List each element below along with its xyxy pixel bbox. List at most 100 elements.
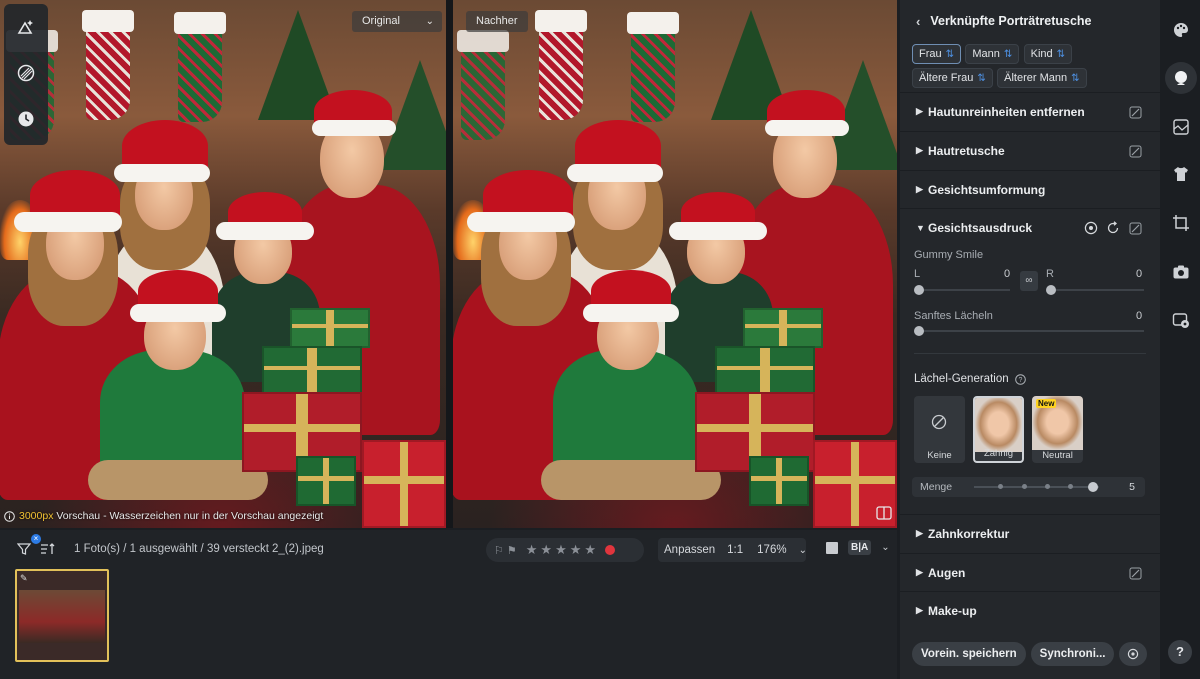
sync-settings-icon[interactable]: [1119, 642, 1148, 666]
panel-title: Verknüpfte Porträtretusche: [930, 14, 1092, 28]
before-after-view-button[interactable]: B|A: [848, 540, 872, 555]
stocking: [627, 12, 679, 122]
slider-knob[interactable]: [914, 285, 924, 295]
section-face-reshape[interactable]: ▶ Gesichtsumformung: [900, 170, 1160, 208]
ratio-button[interactable]: 1:1: [721, 544, 749, 556]
chip-aelterer-mann[interactable]: Älterer Mann ⇅: [997, 68, 1087, 88]
section-makeup[interactable]: ▶ Make-up: [900, 591, 1160, 629]
section-blemish-removal[interactable]: ▶ Hautunreinheiten entfernen: [900, 92, 1160, 130]
chip-frau[interactable]: Frau ⇅: [912, 44, 962, 64]
panel-footer: Vorein. speichern Synchroni...: [912, 642, 1148, 666]
stocking: [174, 12, 226, 122]
slider-knob[interactable]: [1046, 285, 1056, 295]
color-label-dot[interactable]: [605, 545, 616, 555]
palette-icon[interactable]: [1171, 20, 1191, 40]
chip-kind[interactable]: Kind ⇅: [1023, 44, 1073, 64]
soft-smile-value: 0: [1136, 310, 1143, 322]
brush-edit-icon[interactable]: [1129, 567, 1142, 583]
privacy-mask-icon[interactable]: [1171, 310, 1191, 330]
rating-bar: ⚐ ⚑ ★ ★ ★ ★ ★: [486, 538, 644, 562]
link-icon[interactable]: ∞: [1020, 271, 1038, 291]
single-view-icon[interactable]: [826, 541, 838, 554]
filter-icon[interactable]: [16, 542, 32, 559]
option-label: Keine: [927, 450, 952, 461]
none-icon: [931, 414, 947, 430]
sync-icon: ⇅: [1003, 48, 1013, 60]
sort-icon[interactable]: [40, 542, 56, 559]
section-eyes[interactable]: ▶ Augen: [900, 553, 1160, 591]
chevron-down-icon[interactable]: ⌄: [881, 542, 889, 553]
amount-slider[interactable]: [974, 486, 1099, 488]
help-icon[interactable]: ?: [1014, 373, 1026, 385]
star-icon[interactable]: ★: [570, 542, 582, 558]
chip-label: Kind: [1030, 48, 1053, 60]
chevron-down-icon[interactable]: ⌄: [793, 545, 813, 556]
filmstrip-toolbar: × 1 Foto(s) / 1 ausgewählt / 39 versteck…: [0, 530, 897, 568]
reset-icon[interactable]: [1106, 221, 1120, 238]
section-face-expression[interactable]: ▼ Gesichtsausdruck: [900, 208, 1160, 246]
brush-edit-icon[interactable]: [1129, 145, 1142, 161]
crop-icon[interactable]: [1171, 213, 1191, 233]
watermark-text: Vorschau - Wasserzeichen nur in der Vors…: [53, 510, 324, 522]
chevron-down-icon: ⌄: [425, 16, 434, 27]
visibility-icon[interactable]: [1084, 221, 1098, 238]
people-edit-icon[interactable]: [4, 4, 48, 50]
new-badge: New: [1036, 399, 1057, 408]
portrait-retouch-icon[interactable]: [1165, 62, 1197, 94]
original-photo[interactable]: [0, 0, 446, 528]
section-label: Make-up: [928, 603, 977, 618]
brush-edit-icon[interactable]: [1129, 222, 1142, 238]
clothing-icon[interactable]: [1171, 164, 1191, 184]
fit-button[interactable]: Anpassen: [658, 544, 721, 556]
left-value: 0: [1004, 268, 1011, 280]
history-icon[interactable]: [4, 96, 48, 142]
slider-tick: [1022, 484, 1027, 489]
after-photo[interactable]: [453, 0, 897, 528]
compare-divider[interactable]: [446, 0, 453, 528]
section-skin-retouch[interactable]: ▶ Hautretusche: [900, 131, 1160, 169]
stocking: [82, 10, 134, 120]
sync-button[interactable]: Synchroni...: [1030, 642, 1115, 666]
gummy-right-slider[interactable]: [1050, 289, 1144, 291]
chip-aeltere-frau[interactable]: Ältere Frau ⇅: [912, 68, 993, 88]
star-icon[interactable]: ★: [555, 542, 567, 558]
info-icon: [4, 510, 15, 522]
star-icon[interactable]: ★: [584, 542, 596, 558]
split-view-icon[interactable]: [876, 506, 894, 522]
flag-icon[interactable]: ⚐: [494, 544, 504, 557]
original-dropdown[interactable]: Original ⌄: [352, 11, 442, 32]
star-icon[interactable]: ★: [526, 542, 538, 558]
amount-label: Menge: [920, 481, 953, 493]
star-icon[interactable]: ★: [540, 542, 552, 558]
chip-mann[interactable]: Mann ⇅: [965, 44, 1020, 64]
gummy-left-slider[interactable]: [918, 289, 1010, 291]
expand-arrow-icon: ▶: [916, 528, 923, 538]
help-button[interactable]: ?: [1168, 640, 1192, 664]
zoom-level[interactable]: 176%: [749, 544, 792, 556]
back-chevron-icon[interactable]: ‹: [916, 14, 920, 29]
section-teeth-correction[interactable]: ▶ Zahnkorrektur: [900, 514, 1160, 552]
reject-flag-icon[interactable]: ⚑: [507, 544, 517, 557]
smile-option-teeth[interactable]: Zahnig: [973, 396, 1024, 463]
soft-smile-slider[interactable]: [918, 330, 1144, 332]
brush-edit-icon[interactable]: [1129, 106, 1142, 122]
camera-icon[interactable]: [1171, 262, 1191, 282]
save-preset-button[interactable]: Vorein. speichern: [912, 642, 1026, 666]
slider-tick: [998, 484, 1003, 489]
slider-knob[interactable]: [914, 326, 924, 336]
slider-knob[interactable]: [1088, 482, 1098, 492]
view-mode-buttons: B|A ⌄: [826, 540, 890, 555]
right-label: R: [1046, 268, 1054, 280]
texture-icon[interactable]: [4, 50, 48, 96]
watermark-note: 3000px Vorschau - Wasserzeichen nur in d…: [4, 508, 323, 524]
thumbnail-image: [19, 590, 105, 643]
smile-option-none[interactable]: Keine: [914, 396, 965, 463]
smile-option-neutral[interactable]: New Neutral: [1032, 396, 1083, 463]
chip-label: Mann: [972, 48, 1000, 60]
background-icon[interactable]: [1171, 117, 1191, 137]
photo-thumbnail[interactable]: ✎: [15, 569, 109, 662]
smile-generation-title: Lächel-Generation ?: [914, 373, 1026, 385]
stocking: [457, 30, 509, 140]
section-label: Augen: [928, 565, 966, 580]
section-label: Hautretusche: [928, 143, 1005, 158]
